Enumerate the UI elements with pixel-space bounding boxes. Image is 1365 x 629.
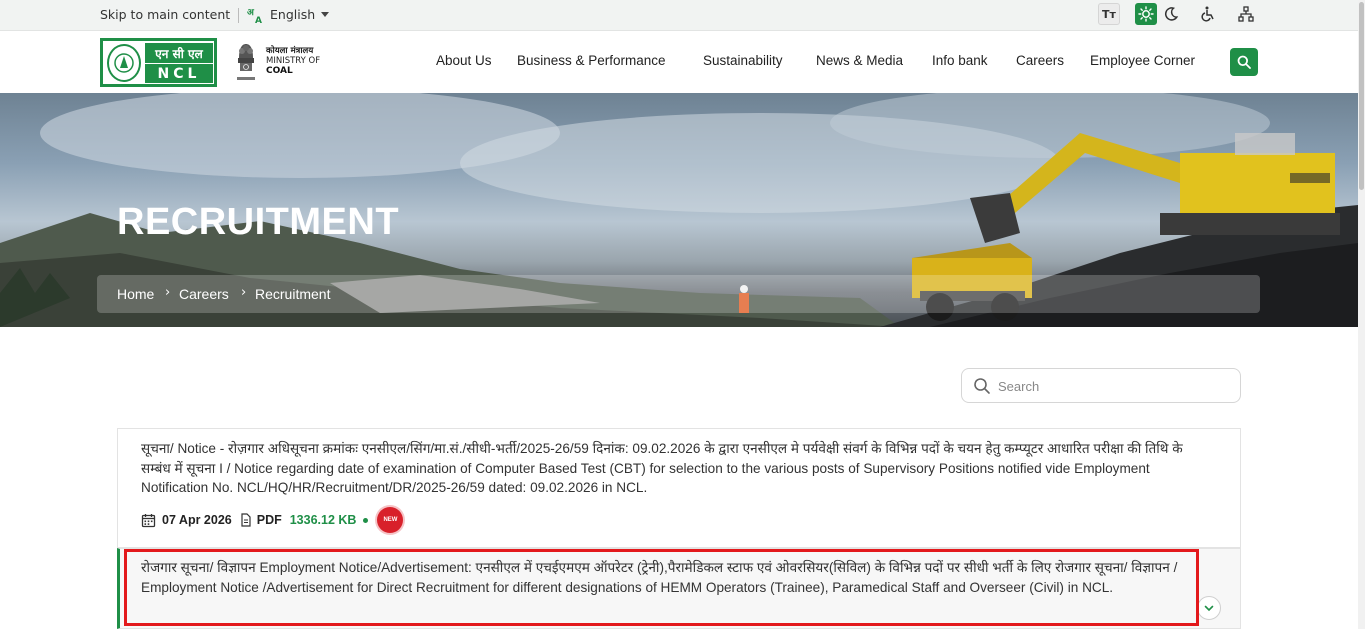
svg-text:अ: अ <box>247 8 255 18</box>
ministry-line-1: MINISTRY OF <box>266 56 321 66</box>
hero-banner: RECRUITMENT Home › Careers › Recruitment <box>0 93 1358 327</box>
nav-sustainability[interactable]: Sustainability <box>703 53 783 68</box>
ncl-logo[interactable]: एन सी एल NCL <box>100 38 217 87</box>
wheelchair-icon <box>1201 6 1214 22</box>
search-icon <box>1237 55 1251 69</box>
chevron-down-icon[interactable] <box>321 12 329 17</box>
text-size-icon: Tт <box>1102 7 1116 21</box>
scrollbar-thumb[interactable] <box>1359 2 1364 190</box>
notice-item[interactable]: रोजगार सूचना/ विज्ञापन Employment Notice… <box>117 548 1241 629</box>
calendar-icon <box>141 513 156 527</box>
site-header: एन सी एल NCL कोयला मंत्रालय MINISTRY OF … <box>0 31 1358 93</box>
notice-meta: 07 Apr 2026 PDF 1336.12 KB NEW <box>141 507 404 533</box>
ministry-line-2: COAL <box>266 66 293 76</box>
notice-file-type: PDF <box>256 513 282 527</box>
expand-button[interactable] <box>1197 596 1221 620</box>
text-size-button[interactable]: Tт <box>1098 3 1120 25</box>
nav-business-performance[interactable]: Business & Performance <box>517 53 666 68</box>
nav-careers[interactable]: Careers <box>1016 53 1064 68</box>
logo-english-text: NCL <box>145 64 213 83</box>
divider <box>238 8 239 23</box>
page-scrollbar[interactable] <box>1358 0 1365 629</box>
ministry-hindi-text: कोयला मंत्रालय <box>266 46 314 56</box>
top-utility-bar: Skip to main content अ A English Tт <box>0 0 1358 31</box>
chevron-right-icon: › <box>241 285 247 300</box>
translate-icon[interactable]: अ A <box>247 6 265 24</box>
header-search-button[interactable] <box>1230 48 1258 76</box>
svg-text:A: A <box>255 16 262 24</box>
new-badge: NEW <box>377 507 404 533</box>
search-input[interactable] <box>998 375 1228 397</box>
notice-search-box[interactable] <box>961 368 1241 403</box>
ministry-of-coal-label[interactable]: कोयला मंत्रालय MINISTRY OF COAL <box>266 46 320 76</box>
nav-info-bank[interactable]: Info bank <box>932 53 988 68</box>
light-mode-button[interactable] <box>1135 3 1157 25</box>
page-title: RECRUITMENT <box>117 201 400 243</box>
skip-to-main-link[interactable]: Skip to main content <box>100 7 230 22</box>
moon-icon <box>1164 7 1179 21</box>
nav-about-us[interactable]: About Us <box>436 53 492 68</box>
notice-title[interactable]: सूचना/ Notice - रोज़गार अधिसूचना क्रमांक… <box>141 439 1201 498</box>
chevron-down-icon <box>1204 605 1214 612</box>
national-emblem-icon[interactable] <box>234 40 258 84</box>
sitemap-icon <box>1238 6 1254 22</box>
accessibility-button[interactable] <box>1197 3 1219 25</box>
sun-icon <box>1138 6 1154 22</box>
search-icon <box>974 378 990 394</box>
document-icon <box>241 513 251 527</box>
separator-dot <box>363 517 369 523</box>
notice-item[interactable]: सूचना/ Notice - रोज़गार अधिसूचना क्रमांक… <box>117 428 1241 548</box>
notice-date: 07 Apr 2026 <box>162 513 232 527</box>
notice-file-size: 1336.12 KB <box>289 513 357 527</box>
nav-employee-corner[interactable]: Employee Corner <box>1090 53 1195 68</box>
nav-news-media[interactable]: News & Media <box>816 53 903 68</box>
breadcrumb-careers[interactable]: Careers <box>179 286 229 302</box>
language-selector[interactable]: English <box>270 7 315 22</box>
breadcrumb-home[interactable]: Home <box>117 286 154 302</box>
notice-title[interactable]: रोजगार सूचना/ विज्ञापन Employment Notice… <box>141 558 1201 597</box>
breadcrumb: Home › Careers › Recruitment <box>97 275 1260 313</box>
dark-mode-button[interactable] <box>1160 3 1182 25</box>
sitemap-button[interactable] <box>1235 3 1257 25</box>
chevron-right-icon: › <box>165 285 171 300</box>
ncl-emblem-icon <box>107 44 141 82</box>
coal-india-icon <box>114 53 134 73</box>
breadcrumb-recruitment: Recruitment <box>255 286 331 302</box>
logo-hindi-text: एन सी एल <box>145 43 213 63</box>
